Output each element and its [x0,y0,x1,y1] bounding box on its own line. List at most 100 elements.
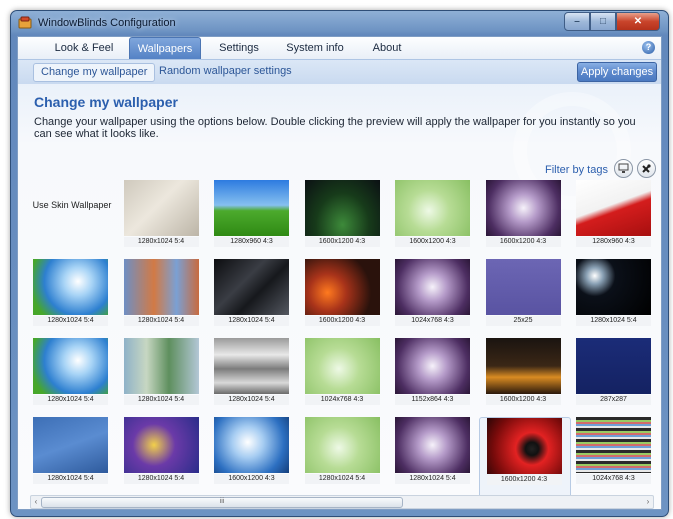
wallpaper-thumbnail[interactable]: 1600x1200 4:3 [207,417,297,499]
wallpaper-size-label: 1280x1024 5:4 [33,316,108,326]
wallpaper-thumbnail[interactable]: 1600x1200 4:3 [298,180,388,262]
scrollbar-thumb[interactable]: iii [41,497,403,508]
scroll-left-arrow[interactable]: ‹ [31,496,41,507]
filter-by-tags-link[interactable]: Filter by tags [545,164,608,176]
tab-system-info[interactable]: System info [280,37,350,59]
scroll-right-arrow[interactable]: › [643,496,653,507]
wallpaper-preview-image [214,417,289,473]
wallpaper-preview-image [395,180,470,236]
wallpaper-size-label: 1280x1024 5:4 [33,474,108,484]
wallpaper-thumbnail[interactable]: 1280x960 4:3 [569,180,659,262]
main-tab-bar: Look & Feel Wallpapers Settings System i… [18,37,661,59]
tab-about[interactable]: About [363,37,411,59]
wallpaper-size-label: 1600x1200 4:3 [214,474,289,484]
wallpaper-size-label: 1280x1024 5:4 [123,237,199,247]
use-skin-wallpaper-label: Use Skin Wallpaper [32,200,112,210]
minimize-button[interactable]: – [564,12,590,31]
wallpaper-size-label: 1280x1024 5:4 [576,316,651,326]
wallpaper-size-label: 1600x1200 4:3 [485,395,561,405]
wallpaper-preview-image [33,338,108,394]
client-area: Look & Feel Wallpapers Settings System i… [17,36,662,510]
wallpaper-size-label: 1280x960 4:3 [214,237,289,247]
wallpaper-panel: Change my wallpaper Change your wallpape… [18,84,661,509]
tools-icon[interactable] [637,159,656,178]
window-controls: – □ ✕ [564,12,660,31]
wallpaper-preview-image [123,180,199,236]
wallpaper-thumbnail[interactable]: 1280x960 4:3 [207,180,297,262]
wallpaper-preview-image [395,338,470,394]
wallpaper-size-label: 25x25 [485,316,561,326]
tab-wallpapers[interactable]: Wallpapers [129,37,201,59]
wallpaper-preview-image [304,259,380,315]
wallpaper-thumbnail[interactable]: 1280x1024 5:4 [207,259,297,341]
wallpaper-thumbnail[interactable]: 1024x768 4:3 [388,259,478,341]
wallpaper-size-label: 1600x1200 4:3 [485,237,561,247]
wallpaper-preview-image [123,417,199,473]
wallpaper-preview-image [304,180,380,236]
maximize-button[interactable]: □ [590,12,616,31]
subtab-change-my-wallpaper[interactable]: Change my wallpaper [33,63,156,82]
wallpaper-preview-image [304,338,380,394]
wallpaper-preview-image [33,259,108,315]
wallpaper-thumbnail[interactable]: 1600x1200 4:3 [479,180,569,262]
app-window: WindowBlinds Configuration – □ ✕ Look & … [10,10,669,517]
wallpaper-thumbnail[interactable]: 1280x1024 5:4 [117,259,207,341]
wallpaper-preview-image [304,417,380,473]
wallpaper-size-label: 1280x1024 5:4 [123,474,199,484]
wallpaper-size-label: 1280x1024 5:4 [395,474,470,484]
wallpaper-preview-image [576,417,651,473]
wallpaper-thumbnail[interactable]: 1280x1024 5:4 [26,417,116,499]
wallpaper-thumbnail[interactable]: 1280x1024 5:4 [117,180,207,262]
monitor-icon[interactable] [614,159,633,178]
wallpaper-thumbnail[interactable]: 1600x1200 4:3 [479,338,569,420]
wallpaper-thumbnail[interactable]: 1280x1024 5:4 [388,417,478,499]
wallpaper-thumbnail[interactable]: 1280x1024 5:4 [569,259,659,341]
wallpaper-size-label: 287x287 [576,395,651,405]
wallpaper-size-label: 1280x1024 5:4 [214,395,289,405]
title-bar[interactable]: WindowBlinds Configuration – □ ✕ [11,11,668,35]
wallpaper-size-label: 1280x1024 5:4 [123,395,199,405]
wallpaper-thumbnail[interactable]: 1600x1200 4:3 [298,259,388,341]
wallpaper-size-label: 1024x768 4:3 [395,316,470,326]
wallpaper-size-label: 1600x1200 4:3 [304,237,380,247]
wallpaper-preview-image [214,338,289,394]
wallpaper-thumbnail[interactable]: 287x287 [569,338,659,420]
horizontal-scrollbar[interactable]: ‹ iii › [30,495,654,509]
wallpaper-size-label: 1600x1200 4:3 [304,316,380,326]
wallpaper-preview-image [214,180,289,236]
sub-tab-bar: Change my wallpaper Random wallpaper set… [18,59,661,85]
wallpaper-size-label: 1280x1024 5:4 [214,316,289,326]
wallpaper-size-label: 1280x1024 5:4 [33,395,108,405]
wallpaper-thumbnail[interactable]: 1600x1200 4:3 [388,180,478,262]
close-button[interactable]: ✕ [616,12,660,31]
wallpaper-preview-image [485,259,561,315]
wallpaper-thumbnail[interactable]: 1280x1024 5:4 [117,417,207,499]
tab-settings[interactable]: Settings [208,37,270,59]
wallpaper-size-label: 1280x960 4:3 [576,237,651,247]
use-skin-wallpaper-option[interactable]: Use Skin Wallpaper [26,180,116,262]
wallpaper-preview-image [576,259,651,315]
wallpaper-thumbnail[interactable]: 1280x1024 5:4 [26,338,116,420]
wallpaper-preview-image [123,338,199,394]
wallpaper-thumbnail[interactable]: 1280x1024 5:4 [298,417,388,499]
help-icon[interactable]: ? [642,41,655,54]
wallpaper-size-label: 1280x1024 5:4 [123,316,199,326]
wallpaper-thumbnail[interactable]: 25x25 [479,259,569,341]
wallpaper-thumbnail[interactable]: 1280x1024 5:4 [207,338,297,420]
wallpaper-preview-image [395,417,470,473]
wallpaper-thumbnail[interactable]: 1280x1024 5:4 [26,259,116,341]
tab-look-and-feel[interactable]: Look & Feel [42,37,126,59]
wallpaper-preview-image [33,417,108,473]
windowblinds-app-icon [18,16,32,29]
wallpaper-preview-image [395,259,470,315]
wallpaper-size-label: 1280x1024 5:4 [304,474,380,484]
wallpaper-thumbnail[interactable]: 1280x1024 5:4 [117,338,207,420]
wallpaper-thumbnail[interactable]: 1024x768 4:3 [569,417,659,499]
wallpaper-preview-image [485,180,561,236]
wallpaper-thumbnail[interactable]: 1600x1200 4:3 [478,417,571,501]
subtab-random-wallpaper-settings[interactable]: Random wallpaper settings [152,63,299,80]
wallpaper-thumbnail[interactable]: 1152x864 4:3 [388,338,478,420]
apply-changes-button[interactable]: Apply changes [577,62,657,82]
wallpaper-thumbnail[interactable]: 1024x768 4:3 [298,338,388,420]
page-description: Change your wallpaper using the options … [34,116,636,140]
